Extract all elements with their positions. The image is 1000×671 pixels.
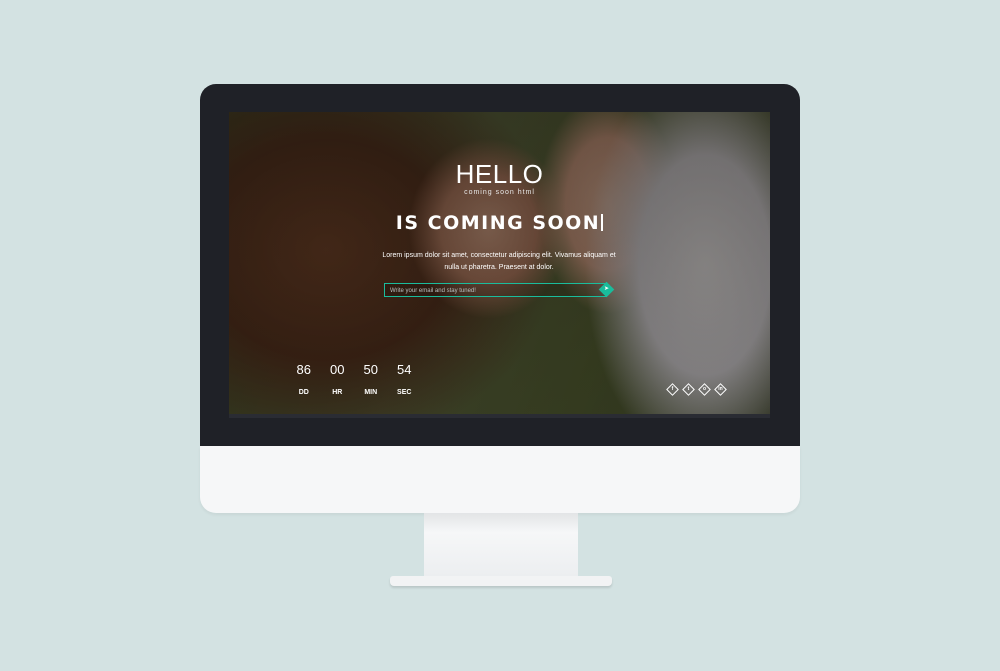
countdown-label: SEC [397, 389, 412, 396]
screen-page: HELLO coming soon html IS COMING SOON Lo… [229, 112, 770, 418]
countdown-label: MIN [364, 389, 378, 396]
subscribe-button[interactable]: ➤ [598, 281, 615, 298]
countdown-value: 50 [363, 362, 378, 377]
headline: IS COMING SOON [229, 212, 770, 234]
countdown-timer: 86 DD 00 HR 50 MIN 54 SEC [287, 362, 421, 396]
countdown-label: HR [332, 389, 343, 396]
screen-bottom-edge [229, 414, 770, 418]
countdown-label: DD [298, 389, 309, 396]
countdown-value: 54 [397, 362, 412, 377]
brand-title: HELLO [455, 159, 544, 189]
brand-subtitle: coming soon html [464, 189, 535, 196]
imac-stand [424, 513, 578, 577]
email-input[interactable]: Write your email and stay tuned! [384, 283, 607, 297]
headline-text: IS COMING SOON [395, 212, 601, 234]
countdown-days: 86 DD [287, 362, 321, 396]
countdown-minutes: 50 MIN [354, 362, 388, 396]
facebook-icon[interactable]: f [666, 383, 679, 396]
countdown-seconds: 54 SEC [388, 362, 422, 396]
linkedin-icon[interactable]: in [714, 383, 727, 396]
countdown-value: 00 [330, 362, 345, 377]
arrow-icon: ➤ [603, 286, 610, 292]
social-links: f t o in [666, 383, 727, 396]
imac-chin [200, 446, 800, 513]
countdown-hours: 00 HR [321, 362, 355, 396]
countdown-value: 86 [296, 362, 311, 377]
intro-text: Lorem ipsum dolor sit amet, consectetur … [382, 252, 616, 271]
instagram-icon[interactable]: o [698, 383, 711, 396]
typing-cursor [601, 214, 604, 231]
twitter-icon[interactable]: t [682, 383, 695, 396]
imac-stand-base [390, 576, 612, 586]
